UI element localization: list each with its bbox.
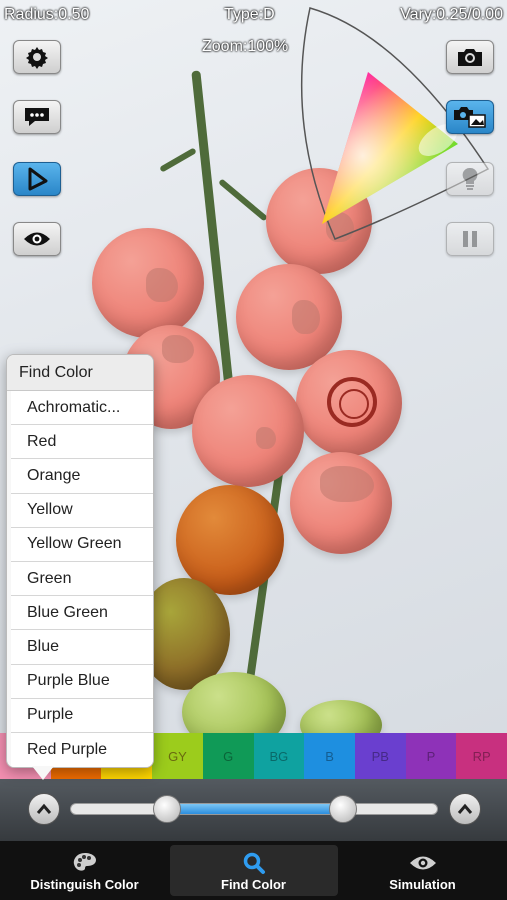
color-band-cell[interactable]: G bbox=[202, 733, 254, 779]
menu-item-color[interactable]: Blue Green bbox=[11, 596, 153, 631]
palette-icon bbox=[73, 853, 96, 871]
gear-icon bbox=[26, 47, 48, 69]
tomato-highlighted bbox=[290, 452, 392, 554]
tab-find-color[interactable]: Find Color bbox=[169, 845, 338, 896]
tomato-green bbox=[300, 700, 382, 733]
menu-item-color[interactable]: Red bbox=[11, 425, 153, 460]
pause-icon bbox=[463, 231, 477, 247]
menu-item-color[interactable]: Yellow bbox=[11, 493, 153, 528]
triangle-cursor-icon bbox=[28, 167, 48, 191]
menu-item-color[interactable]: Blue bbox=[11, 630, 153, 665]
tomato-highlighted bbox=[92, 228, 204, 338]
message-button[interactable] bbox=[13, 100, 61, 134]
range-slider-track[interactable] bbox=[70, 795, 438, 823]
chevron-up-icon bbox=[36, 803, 52, 814]
eye-icon bbox=[24, 232, 50, 246]
tomato-highlighted bbox=[192, 375, 304, 487]
expand-left-button[interactable] bbox=[28, 793, 60, 825]
color-band-cell[interactable]: PB bbox=[354, 733, 406, 779]
color-band-cell[interactable]: GY bbox=[152, 733, 203, 779]
lightbulb-icon bbox=[462, 167, 478, 190]
radius-readout: Radius:0.50 bbox=[4, 6, 90, 23]
menu-item-color[interactable]: Red Purple bbox=[11, 732, 153, 767]
speech-bubble-icon bbox=[25, 108, 49, 126]
color-menu-list: Achromatic... Red Orange Yellow Yellow Green… bbox=[7, 391, 153, 767]
popover-arrow bbox=[32, 766, 54, 780]
find-color-popover: Find Color Achromatic... Red Orange Yellow Y… bbox=[6, 354, 154, 768]
zoom-readout: Zoom:100% bbox=[202, 38, 289, 55]
color-target-reticle[interactable] bbox=[327, 377, 377, 427]
menu-item-color[interactable]: Yellow Green bbox=[11, 527, 153, 562]
light-button[interactable] bbox=[446, 162, 494, 196]
color-band-cell[interactable]: B bbox=[304, 733, 355, 779]
settings-button[interactable] bbox=[13, 40, 61, 74]
search-icon bbox=[243, 852, 265, 874]
menu-item-color[interactable]: Purple bbox=[11, 698, 153, 733]
camera-button[interactable] bbox=[446, 40, 494, 74]
triangle-mode-button[interactable] bbox=[13, 162, 61, 196]
range-slider-high-thumb[interactable] bbox=[329, 795, 358, 823]
bottom-tab-bar: Distinguish Color Find Color Simulation bbox=[0, 841, 507, 900]
chevron-up-icon bbox=[457, 803, 473, 814]
menu-item-color[interactable]: Purple Blue bbox=[11, 664, 153, 699]
pause-button[interactable] bbox=[446, 222, 494, 256]
tab-simulation[interactable]: Simulation bbox=[339, 845, 507, 896]
tab-label: Distinguish Color bbox=[30, 877, 139, 892]
type-readout: Type:D bbox=[224, 6, 275, 23]
camera-icon bbox=[458, 49, 482, 66]
range-slider-fill bbox=[166, 804, 344, 814]
color-band-cell[interactable]: BG bbox=[253, 733, 305, 779]
tab-label: Find Color bbox=[221, 877, 286, 892]
vine-stem bbox=[159, 147, 197, 173]
eye-icon bbox=[409, 856, 436, 870]
vine-stem bbox=[218, 178, 268, 222]
menu-item-color[interactable]: Achromatic... bbox=[11, 391, 153, 426]
menu-item-color[interactable]: Green bbox=[11, 561, 153, 597]
range-slider-bar bbox=[0, 779, 507, 841]
photo-library-button[interactable] bbox=[446, 100, 494, 134]
popover-title: Find Color bbox=[7, 355, 153, 391]
tab-distinguish-color[interactable]: Distinguish Color bbox=[1, 845, 169, 896]
tab-label: Simulation bbox=[389, 877, 456, 892]
range-slider-low-thumb[interactable] bbox=[152, 795, 181, 823]
menu-item-color[interactable]: Orange bbox=[11, 459, 153, 494]
camera-photo-icon bbox=[454, 107, 486, 128]
color-band-cell[interactable]: P bbox=[405, 733, 457, 779]
expand-right-button[interactable] bbox=[449, 793, 481, 825]
color-band-cell[interactable]: RP bbox=[456, 733, 507, 779]
view-button[interactable] bbox=[13, 222, 61, 256]
